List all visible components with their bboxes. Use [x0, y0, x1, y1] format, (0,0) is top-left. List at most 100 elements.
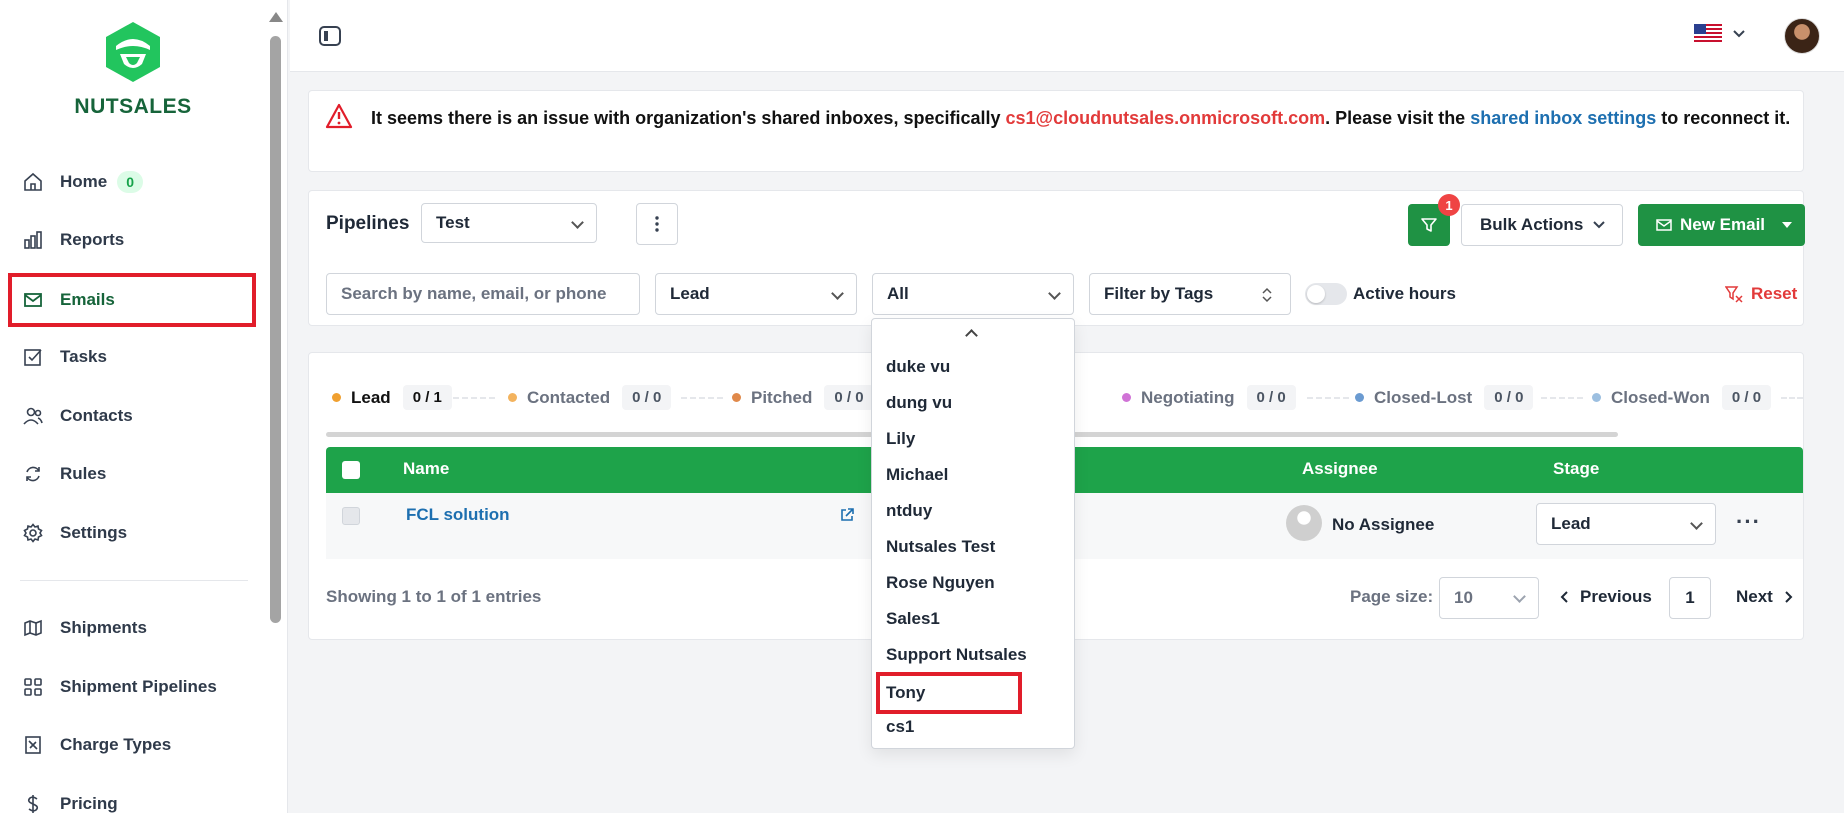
dropdown-option[interactable]: Michael — [872, 457, 1076, 493]
sidebar-item-pricing[interactable]: Pricing — [8, 779, 256, 813]
sidebar-item-tasks[interactable]: Tasks — [8, 332, 256, 382]
stage-pitched[interactable]: Pitched 0 / 0 — [732, 385, 874, 410]
external-link-icon[interactable] — [839, 507, 855, 523]
shared-inbox-alert: It seems there is an issue with organiza… — [308, 90, 1804, 172]
sidebar-item-label: Emails — [60, 290, 115, 309]
sidebar-item-rules[interactable]: Rules — [8, 449, 256, 499]
dropdown-option[interactable]: duke vu — [872, 349, 1076, 385]
shared-inbox-settings-link[interactable]: shared inbox settings — [1470, 108, 1656, 128]
filter-icon — [1421, 218, 1437, 232]
tags-filter-placeholder: Filter by Tags — [1104, 284, 1214, 303]
tags-filter-select[interactable]: Filter by Tags — [1089, 273, 1291, 315]
sidebar-item-emails[interactable]: Emails — [8, 273, 256, 327]
new-email-button[interactable]: New Email — [1638, 204, 1805, 246]
sidebar-item-settings[interactable]: Settings — [8, 508, 256, 558]
brand-name: NUTSALES — [74, 95, 192, 118]
dropdown-option[interactable]: Sales1 — [872, 601, 1076, 637]
stage-negotiating[interactable]: Negotiating 0 / 0 — [1122, 385, 1296, 410]
previous-page-button[interactable]: Previous — [1560, 587, 1652, 607]
previous-label: Previous — [1580, 587, 1652, 606]
stage-closed-lost[interactable]: Closed-Lost 0 / 0 — [1355, 385, 1534, 410]
search-input[interactable] — [326, 273, 640, 315]
sidebar-item-label: Rules — [60, 464, 107, 483]
sidebar-divider — [20, 580, 248, 581]
stage-name: Closed-Won — [1611, 387, 1710, 407]
home-icon — [22, 171, 44, 193]
user-avatar[interactable] — [1784, 18, 1820, 54]
row-name-link[interactable]: FCL solution — [406, 505, 510, 525]
stage-filter-value: Lead — [670, 284, 710, 303]
assignee-filter-value: All — [887, 284, 909, 303]
dropdown-option[interactable]: Nutsales Test — [872, 529, 1076, 565]
stage-name: Lead — [351, 387, 391, 407]
stage-column-header[interactable]: Stage — [1553, 459, 1599, 479]
dropdown-option[interactable]: Support Nutsales — [872, 637, 1076, 673]
dropdown-option[interactable]: Lily — [872, 421, 1076, 457]
row-checkbox[interactable] — [342, 507, 360, 525]
chevron-down-icon — [831, 287, 844, 300]
scroll-up-arrow-icon[interactable] — [269, 12, 283, 22]
sidebar-item-reports[interactable]: Reports — [8, 215, 256, 265]
scrollbar-thumb[interactable] — [270, 36, 281, 623]
bulk-actions-button[interactable]: Bulk Actions — [1461, 204, 1623, 246]
stage-contacted[interactable]: Contacted 0 / 0 — [508, 385, 672, 410]
active-hours-toggle[interactable] — [1305, 283, 1347, 305]
page-number-button[interactable]: 1 — [1669, 577, 1711, 619]
active-hours-label: Active hours — [1353, 284, 1456, 303]
sidebar-item-shipments[interactable]: Shipments — [8, 603, 256, 653]
chevron-down-icon — [571, 216, 584, 229]
language-selector[interactable] — [1694, 24, 1746, 44]
chevron-down-icon — [1048, 287, 1061, 300]
chevron-down-icon — [1513, 590, 1526, 603]
stage-lead[interactable]: Lead 0 / 1 — [332, 385, 452, 410]
warning-icon — [325, 103, 353, 134]
dropdown-option[interactable]: ntduy — [872, 493, 1076, 529]
assignee-filter-select[interactable]: All — [872, 273, 1074, 315]
stage-closed-won[interactable]: Closed-Won 0 / 0 — [1592, 385, 1772, 410]
entries-info: Showing 1 to 1 of 1 entries — [326, 587, 542, 606]
dropdown-option[interactable]: Rose Nguyen — [872, 565, 1076, 601]
stage-name: Closed-Lost — [1374, 387, 1473, 407]
pipeline-select-value: Test — [436, 213, 470, 232]
grid-icon — [22, 676, 44, 698]
new-email-label: New Email — [1680, 215, 1766, 234]
sidebar-scrollbar[interactable] — [268, 8, 283, 813]
reset-filters-button[interactable]: Reset — [1725, 284, 1797, 304]
logo[interactable]: NUTSALES — [70, 20, 196, 119]
caret-down-icon[interactable] — [1781, 221, 1793, 229]
bulk-actions-label: Bulk Actions — [1480, 215, 1584, 234]
row-assignee[interactable]: No Assignee — [1332, 515, 1434, 535]
alert-text: . Please visit the — [1325, 108, 1471, 128]
scroll-up-chevron-icon[interactable] — [965, 329, 978, 342]
us-flag-icon — [1694, 24, 1722, 44]
pipeline-select[interactable]: Test — [421, 203, 597, 243]
page-size-value: 10 — [1454, 588, 1473, 607]
stage-filter-select[interactable]: Lead — [655, 273, 857, 315]
toggle-sidebar-icon[interactable] — [318, 24, 342, 48]
stage-connector — [1541, 397, 1583, 399]
select-all-checkbox[interactable] — [342, 461, 360, 479]
sidebar-item-shipment-pipelines[interactable]: Shipment Pipelines — [8, 662, 256, 712]
page-size-select[interactable]: 10 — [1439, 577, 1539, 619]
dropdown-option-highlighted[interactable]: Tony — [876, 672, 1022, 714]
pipelines-label: Pipelines — [326, 213, 410, 234]
next-page-button[interactable]: Next — [1736, 587, 1793, 607]
filter-button[interactable]: 1 — [1408, 194, 1460, 246]
assignee-column-header[interactable]: Assignee — [1302, 459, 1378, 479]
dropdown-option[interactable]: cs1 — [872, 709, 1076, 745]
stage-count: 0 / 0 — [824, 385, 874, 410]
next-label: Next — [1736, 587, 1773, 606]
rules-icon — [22, 463, 44, 485]
sidebar-item-charge-types[interactable]: Charge Types — [8, 720, 256, 770]
reset-label: Reset — [1751, 284, 1798, 303]
row-more-icon[interactable]: ··· — [1736, 509, 1761, 535]
sidebar-item-home[interactable]: Home 0 — [8, 157, 256, 207]
home-count-badge: 0 — [117, 171, 144, 193]
dropdown-option[interactable]: dung vu — [872, 385, 1076, 421]
name-column-header[interactable]: Name — [403, 459, 449, 479]
sidebar-item-contacts[interactable]: Contacts — [8, 391, 256, 441]
filter-clear-icon — [1725, 286, 1743, 303]
row-stage-select[interactable]: Lead — [1536, 503, 1716, 545]
pipeline-more-button[interactable] — [636, 203, 678, 245]
alert-text: to reconnect it. — [1656, 108, 1791, 128]
